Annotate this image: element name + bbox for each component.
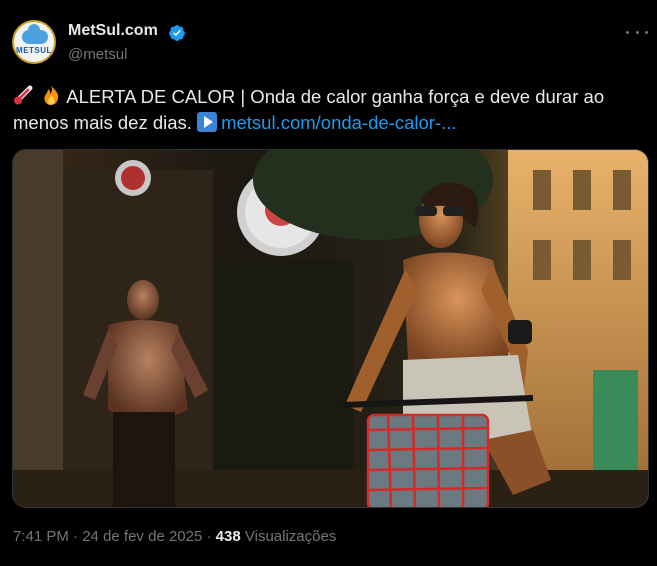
fire-emoji-icon bbox=[44, 85, 59, 105]
handle[interactable]: @metsul bbox=[68, 46, 127, 63]
photo-image bbox=[13, 150, 648, 507]
views-label: Visualizações bbox=[244, 528, 337, 545]
avatar-logo-text: METSUL bbox=[16, 46, 52, 55]
tweet-time[interactable]: 7:41 PM bbox=[13, 528, 69, 545]
more-options-icon[interactable] bbox=[626, 22, 648, 42]
play-button-emoji-icon bbox=[197, 112, 218, 132]
tweet-link[interactable]: metsul.com/onda-de-calor-... bbox=[221, 112, 456, 133]
meta-separator: · bbox=[73, 528, 79, 545]
cloud-logo-icon bbox=[22, 24, 48, 44]
tweet-date[interactable]: 24 de fev de 2025 bbox=[82, 528, 202, 545]
tweet-card[interactable]: METSUL MetSul.com @metsul ALERTA DE CALO… bbox=[0, 0, 657, 566]
meta-separator-2: · bbox=[206, 528, 212, 545]
views-count: 438 bbox=[215, 528, 241, 545]
tweet-text: ALERTA DE CALOR | Onda de calor ganha fo… bbox=[13, 84, 643, 136]
tweet-photo[interactable] bbox=[12, 149, 649, 508]
thermometer-emoji-icon bbox=[14, 85, 33, 105]
avatar[interactable]: METSUL bbox=[12, 20, 56, 64]
verified-badge-icon bbox=[169, 25, 185, 41]
tweet-meta: 7:41 PM · 24 de fev de 2025 · 438 Visual… bbox=[13, 528, 336, 545]
display-name[interactable]: MetSul.com bbox=[68, 22, 158, 40]
